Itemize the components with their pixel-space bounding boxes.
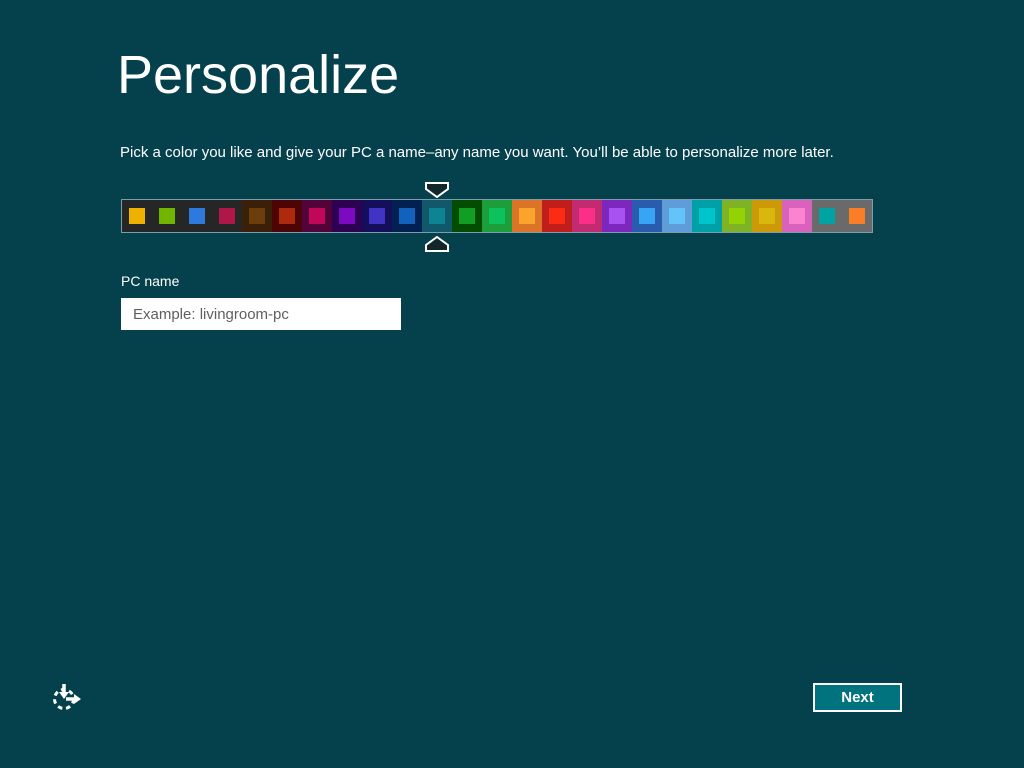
color-tile-10[interactable] — [422, 200, 452, 232]
color-tile-13[interactable] — [512, 200, 542, 232]
pc-name-input[interactable] — [121, 298, 401, 330]
color-swatch — [279, 208, 295, 224]
color-swatch — [519, 208, 535, 224]
color-swatch — [849, 208, 865, 224]
color-swatch — [219, 208, 235, 224]
color-swatch — [159, 208, 175, 224]
color-swatch — [429, 208, 445, 224]
color-swatch — [489, 208, 505, 224]
color-swatch — [609, 208, 625, 224]
color-swatch — [249, 208, 265, 224]
instruction-text: Pick a color you like and give your PC a… — [120, 144, 834, 161]
color-tile-6[interactable] — [302, 200, 332, 232]
next-button[interactable]: Next — [813, 683, 902, 712]
color-tile-5[interactable] — [272, 200, 302, 232]
color-swatch — [579, 208, 595, 224]
ease-of-access-button[interactable] — [50, 680, 84, 714]
color-tile-17[interactable] — [632, 200, 662, 232]
color-swatch — [759, 208, 775, 224]
color-tile-8[interactable] — [362, 200, 392, 232]
color-tile-15[interactable] — [572, 200, 602, 232]
color-swatch — [369, 208, 385, 224]
pc-name-label: PC name — [121, 273, 180, 289]
color-swatch — [339, 208, 355, 224]
selection-arrow-bottom-icon[interactable] — [425, 236, 449, 252]
color-tile-12[interactable] — [482, 200, 512, 232]
color-swatch — [639, 208, 655, 224]
color-tile-22[interactable] — [782, 200, 812, 232]
color-tile-18[interactable] — [662, 200, 692, 232]
color-tile-16[interactable] — [602, 200, 632, 232]
color-tile-3[interactable] — [212, 200, 242, 232]
color-tile-24[interactable] — [842, 200, 872, 232]
color-tile-7[interactable] — [332, 200, 362, 232]
color-tile-19[interactable] — [692, 200, 722, 232]
page-title: Personalize — [117, 45, 400, 105]
color-swatch — [549, 208, 565, 224]
color-tile-1[interactable] — [152, 200, 182, 232]
color-swatch — [189, 208, 205, 224]
color-swatch — [309, 208, 325, 224]
color-swatch — [399, 208, 415, 224]
color-swatch — [669, 208, 685, 224]
color-tile-14[interactable] — [542, 200, 572, 232]
color-tile-21[interactable] — [752, 200, 782, 232]
color-tile-11[interactable] — [452, 200, 482, 232]
selection-arrow-top-icon[interactable] — [425, 182, 449, 198]
color-tile-23[interactable] — [812, 200, 842, 232]
color-swatch — [699, 208, 715, 224]
color-swatch — [819, 208, 835, 224]
color-swatch — [459, 208, 475, 224]
color-tile-20[interactable] — [722, 200, 752, 232]
color-tile-2[interactable] — [182, 200, 212, 232]
color-tile-9[interactable] — [392, 200, 422, 232]
color-tile-0[interactable] — [122, 200, 152, 232]
color-strip[interactable] — [121, 199, 873, 233]
ease-of-access-icon — [53, 684, 81, 710]
color-swatch — [789, 208, 805, 224]
color-swatch — [729, 208, 745, 224]
color-tile-4[interactable] — [242, 200, 272, 232]
color-swatch — [129, 208, 145, 224]
